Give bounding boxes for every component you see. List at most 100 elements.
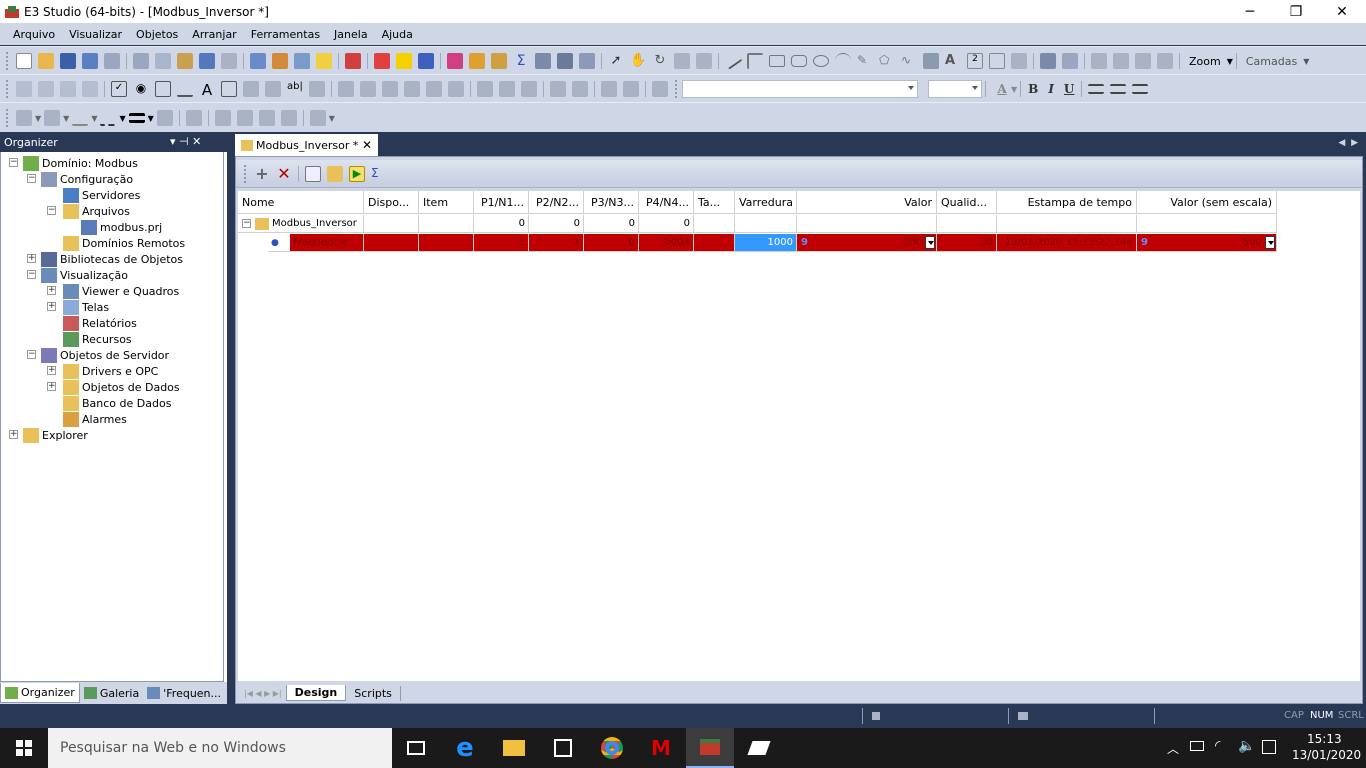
expand-icon[interactable]: + — [47, 382, 56, 391]
new-icon[interactable] — [16, 53, 32, 69]
checkbox-icon[interactable]: ✓ — [111, 81, 127, 97]
chevron-down-icon[interactable]: ▼ — [63, 114, 69, 123]
ungroup-icon[interactable] — [1062, 53, 1078, 69]
cell-tag-item[interactable] — [419, 234, 474, 252]
expand-icon[interactable]: + — [47, 366, 56, 375]
bold-icon[interactable]: B — [1024, 82, 1042, 96]
collapse-icon[interactable]: − — [9, 158, 18, 167]
font-name-combo[interactable] — [682, 80, 918, 98]
send-back-icon[interactable] — [1113, 53, 1129, 69]
effect-icon[interactable] — [214, 110, 231, 126]
tree-node-servidores[interactable]: Servidores — [63, 187, 140, 203]
chart-icon[interactable] — [60, 81, 76, 97]
setpoint-icon[interactable] — [989, 53, 1005, 69]
expand-icon[interactable]: + — [27, 254, 36, 263]
col-p4[interactable]: P4/N4... — [639, 191, 694, 214]
chevron-down-icon[interactable]: ▼ — [1303, 57, 1309, 66]
rounded-rect-icon[interactable] — [791, 55, 807, 67]
menu-ajuda[interactable]: Ajuda — [375, 28, 420, 41]
collapse-icon[interactable]: − — [27, 174, 36, 183]
font-color-icon[interactable]: A — [993, 82, 1011, 96]
col-dispositivo[interactable]: Dispo... — [364, 191, 419, 214]
text-align-right-icon[interactable] — [1132, 84, 1149, 94]
line-icon[interactable] — [723, 52, 743, 70]
cell-p3[interactable]: 0 — [584, 215, 639, 233]
3d-icon[interactable] — [309, 110, 326, 126]
menu-ferramentas[interactable]: Ferramentas — [244, 28, 327, 41]
col-nome[interactable]: Nome — [238, 191, 364, 214]
edit-points-icon[interactable] — [696, 53, 712, 69]
chevron-down-icon[interactable]: ▼ — [35, 114, 41, 123]
folder-gear-icon[interactable] — [469, 53, 485, 69]
effect2-icon[interactable] — [236, 110, 253, 126]
col-valor[interactable]: Valor — [797, 191, 937, 214]
line-width-icon[interactable] — [128, 113, 145, 123]
toolbar-grip[interactable] — [6, 52, 9, 70]
align-icon[interactable] — [674, 53, 690, 69]
paste-icon[interactable] — [177, 53, 193, 69]
tree-node-alarmes[interactable]: Alarmes — [63, 411, 127, 427]
file-explorer-icon[interactable] — [490, 728, 538, 768]
editbox-icon[interactable]: ab| — [287, 81, 303, 97]
volume-icon[interactable]: 🔈 — [1238, 738, 1255, 754]
clock-time[interactable]: 15:13 — [1307, 732, 1342, 746]
notifications-icon[interactable] — [1262, 740, 1276, 754]
copy-icon[interactable] — [155, 53, 171, 69]
tree-node-dominios-remotos[interactable]: Domínios Remotos — [63, 235, 185, 251]
delete-icon[interactable]: ✕ — [276, 165, 292, 182]
text-align-left-icon[interactable] — [1088, 84, 1105, 94]
expand-icon[interactable]: + — [47, 286, 56, 295]
zoom-dropdown[interactable]: Zoom — [1189, 55, 1221, 68]
send-backward-icon[interactable] — [1157, 53, 1173, 69]
rotate-icon[interactable]: ↻ — [652, 53, 668, 69]
undo-icon[interactable] — [199, 53, 215, 69]
space-v-icon[interactable] — [572, 81, 588, 97]
warning-icon[interactable] — [316, 53, 332, 69]
store-icon[interactable] — [539, 728, 587, 768]
run-app-icon[interactable] — [418, 53, 434, 69]
chevron-down-icon[interactable]: ▼ — [1227, 57, 1233, 66]
cell-tag-estampa[interactable]: 13/01/2020 15:13:27.144 — [997, 234, 1137, 252]
display-icon[interactable] — [557, 53, 573, 69]
minimize-button[interactable]: ─ — [1227, 0, 1273, 23]
label-icon[interactable] — [16, 81, 32, 97]
col-varredura[interactable]: Varredura — [735, 191, 797, 214]
toolbar-grip[interactable] — [675, 80, 678, 98]
close-window-button[interactable]: ✕ — [1319, 0, 1365, 23]
tab-organizer[interactable]: Organizer — [0, 683, 80, 703]
display-field-icon[interactable]: 2 — [967, 53, 983, 69]
open-icon[interactable] — [38, 53, 54, 69]
find-icon[interactable] — [250, 53, 266, 69]
col-valor-sem-escala[interactable]: Valor (sem escala) — [1137, 191, 1277, 214]
cell-tag-varredura[interactable]: 1000 — [735, 234, 797, 252]
save-all-icon[interactable] — [82, 53, 98, 69]
toggle-icon[interactable] — [309, 81, 325, 97]
cell-tag-p3[interactable]: 0 — [584, 234, 639, 252]
cell-valor[interactable] — [797, 215, 937, 233]
close-tab-icon[interactable]: ✕ — [362, 138, 372, 152]
tab-modbus-inversor[interactable]: Modbus_Inversor * ✕ — [235, 134, 378, 156]
align-top-icon[interactable] — [382, 81, 398, 97]
tray-chevron-icon[interactable]: ︿ — [1167, 740, 1179, 757]
wifi-icon[interactable]: ◜ — [1215, 738, 1220, 754]
polygon-icon[interactable]: ⬠ — [879, 53, 895, 69]
table-control-icon[interactable] — [221, 81, 237, 97]
frame-icon[interactable] — [38, 81, 54, 97]
line-style-icon[interactable] — [72, 110, 89, 126]
add-icon[interactable]: + — [254, 165, 270, 182]
hand-icon[interactable]: ✋ — [630, 53, 646, 69]
pin-icon[interactable]: ▾ ⊣ ✕ — [170, 135, 201, 148]
chevron-down-icon[interactable]: ▼ — [91, 114, 97, 123]
tab-properties[interactable]: 'Frequen... — [143, 683, 225, 703]
tree-node-relatorios[interactable]: Relatórios — [63, 315, 137, 331]
arc-icon[interactable] — [835, 53, 851, 69]
italic-icon[interactable]: I — [1042, 82, 1060, 96]
col-estampa[interactable]: Estampa de tempo — [997, 191, 1137, 214]
sum-icon[interactable]: Σ — [513, 53, 529, 69]
cell-tag-p4[interactable]: 5004 — [639, 234, 694, 252]
tab-galeria[interactable]: Galeria — [80, 683, 143, 703]
windows-start-icon[interactable] — [0, 728, 48, 768]
effect4-icon[interactable] — [280, 110, 297, 126]
valor-dropdown-icon[interactable] — [925, 236, 935, 249]
expand-icon[interactable]: + — [9, 430, 18, 439]
